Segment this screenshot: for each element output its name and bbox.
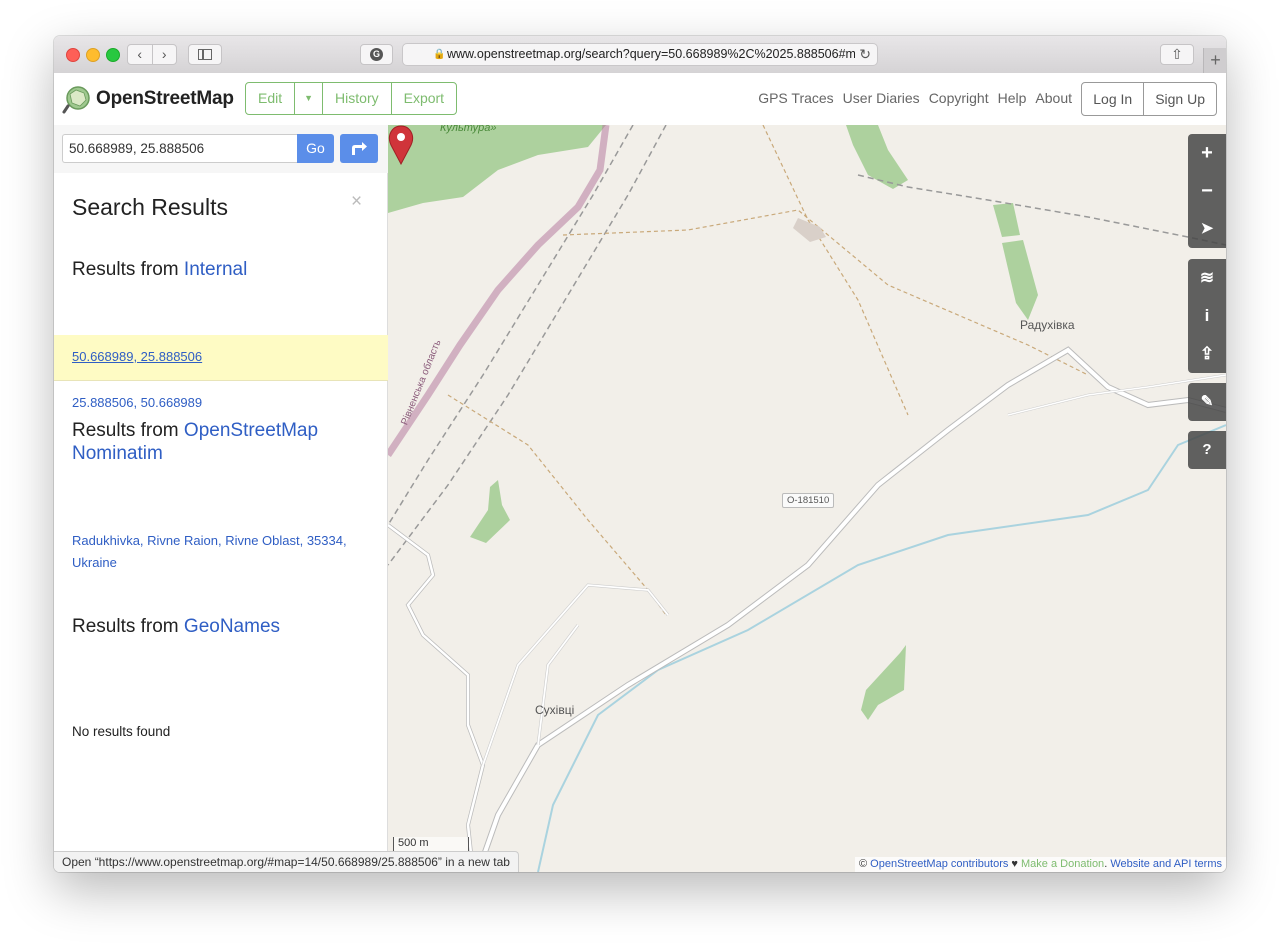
url-text: www.openstreetmap.org/search?query=50.66…	[447, 47, 855, 61]
directions-button[interactable]	[340, 134, 378, 163]
track	[447, 394, 667, 616]
close-icon[interactable]: ×	[351, 191, 362, 213]
result-link[interactable]: 25.888506, 50.668989	[72, 395, 202, 410]
map-label-kultura: Культура»	[440, 125, 497, 134]
lock-icon: 🔒	[433, 49, 446, 60]
forest-area	[861, 645, 906, 720]
main-road	[475, 346, 1226, 872]
nav-copyright[interactable]: Copyright	[929, 90, 989, 106]
nav-gps-traces[interactable]: GPS Traces	[758, 90, 833, 106]
forest-area	[846, 125, 908, 189]
address-bar[interactable]: 🔒 www.openstreetmap.org/search?query=50.…	[402, 43, 878, 66]
export-button[interactable]: Export	[392, 83, 456, 114]
go-button[interactable]: Go	[297, 134, 334, 163]
edit-button[interactable]: Edit	[246, 83, 296, 114]
results-from-label: Results from	[72, 420, 179, 441]
map-label-radukhivka: Радухівка	[1020, 318, 1075, 332]
zoom-window-button[interactable]	[106, 48, 120, 62]
heart-separator: ♥	[1008, 858, 1022, 870]
road-ref-badge: О-181510	[782, 493, 835, 508]
zoom-out-button[interactable]: −	[1188, 172, 1226, 210]
forest-area	[470, 480, 510, 543]
result-row[interactable]: Radukhivka, Rivne Raion, Rivne Oblast, 3…	[54, 530, 354, 574]
zoom-in-button[interactable]: +	[1188, 134, 1226, 172]
status-bar: Open “https://www.openstreetmap.org/#map…	[54, 851, 519, 872]
sidebar-icon	[198, 49, 212, 60]
search-input[interactable]	[62, 134, 298, 163]
map-scale: 500 m	[393, 837, 469, 852]
map-label-sukhivtsi: Сухівці	[535, 703, 575, 717]
history-button[interactable]: History	[323, 83, 392, 114]
auth-group: Log In Sign Up	[1081, 82, 1217, 116]
nav-help[interactable]: Help	[998, 90, 1027, 106]
add-note-button[interactable]: ✎	[1188, 383, 1226, 421]
signup-button[interactable]: Sign Up	[1144, 83, 1216, 115]
back-forward-group: ‹ ›	[127, 44, 177, 65]
nav-about[interactable]: About	[1035, 90, 1072, 106]
minor-road	[388, 524, 485, 872]
back-icon[interactable]: ‹	[128, 45, 153, 64]
stream	[537, 424, 1226, 872]
map-view[interactable]: Культура» Радухівка Сухівці Рівненська о…	[388, 125, 1226, 872]
title-bar: ‹ › G 🔒 www.openstreetmap.org/search?que…	[54, 36, 1226, 74]
result-link[interactable]: 50.668989, 25.888506	[72, 349, 202, 364]
grammarly-extension-button[interactable]: G	[360, 44, 393, 65]
minor-road	[536, 624, 580, 746]
share-button[interactable]: ⇧	[1160, 44, 1194, 65]
query-control: ?	[1188, 431, 1226, 469]
forest-area	[993, 203, 1020, 237]
osm-header: OpenStreetMap Edit ▼ History Export GPS …	[54, 73, 1226, 126]
locate-button[interactable]: ➤	[1188, 210, 1226, 248]
search-bar: Go	[54, 125, 388, 173]
terms-link[interactable]: Website and API terms	[1110, 858, 1222, 870]
osm-logo-icon[interactable]	[62, 84, 92, 114]
railway	[857, 174, 1226, 246]
close-window-button[interactable]	[66, 48, 80, 62]
source-geonames-link[interactable]: GeoNames	[184, 616, 280, 637]
layers-button[interactable]: ≋	[1188, 259, 1226, 297]
sidebar: Go Search Results × Results from Interna…	[54, 125, 388, 872]
edit-dropdown-icon[interactable]: ▼	[295, 83, 324, 114]
minimize-window-button[interactable]	[86, 48, 100, 62]
map-attribution: © OpenStreetMap contributors ♥ Make a Do…	[855, 857, 1226, 872]
grammarly-icon: G	[370, 48, 383, 61]
forward-icon[interactable]: ›	[153, 45, 177, 64]
sidebar-toggle-button[interactable]	[188, 44, 222, 65]
copyright-symbol: ©	[859, 858, 871, 870]
edit-group: Edit ▼ History Export	[245, 82, 458, 115]
directions-icon	[352, 142, 367, 155]
reload-icon[interactable]: ↻	[859, 44, 871, 65]
forest-area	[388, 125, 606, 213]
panel-controls: ≋ i ⇪	[1188, 259, 1226, 373]
share-map-button[interactable]: ⇪	[1188, 335, 1226, 373]
brand-name[interactable]: OpenStreetMap	[96, 88, 234, 110]
browser-window: ‹ › G 🔒 www.openstreetmap.org/search?que…	[54, 36, 1226, 872]
location-marker-icon[interactable]	[388, 125, 414, 165]
donate-link[interactable]: Make a Donation	[1021, 858, 1104, 870]
contributors-link[interactable]: OpenStreetMap contributors	[870, 858, 1008, 870]
result-row-selected[interactable]: 50.668989, 25.888506	[54, 335, 388, 381]
login-button[interactable]: Log In	[1082, 83, 1145, 115]
map-key-button[interactable]: i	[1188, 297, 1226, 335]
nav-user-diaries[interactable]: User Diaries	[843, 90, 920, 106]
result-link[interactable]: Radukhivka, Rivne Raion, Rivne Oblast, 3…	[72, 533, 347, 570]
no-results-text: No results found	[72, 724, 171, 739]
forest-area	[1002, 240, 1038, 320]
share-icon: ⇧	[1171, 46, 1183, 62]
results-title: Search Results	[72, 194, 228, 220]
query-features-button[interactable]: ?	[1188, 431, 1226, 469]
top-nav: GPS Traces User Diaries Copyright Help A…	[758, 90, 1072, 106]
results-from-label: Results from	[72, 259, 179, 280]
section-geonames: Results from GeoNames	[72, 615, 362, 638]
results-from-label: Results from	[72, 616, 179, 637]
source-internal-link[interactable]: Internal	[184, 259, 247, 280]
section-nominatim: Results from OpenStreetMap Nominatim	[72, 419, 362, 465]
note-control: ✎	[1188, 383, 1226, 421]
zoom-controls: + − ➤	[1188, 134, 1226, 248]
new-tab-button[interactable]: +	[1203, 48, 1226, 73]
main-road	[476, 347, 1226, 872]
section-internal: Results from Internal	[72, 258, 362, 281]
